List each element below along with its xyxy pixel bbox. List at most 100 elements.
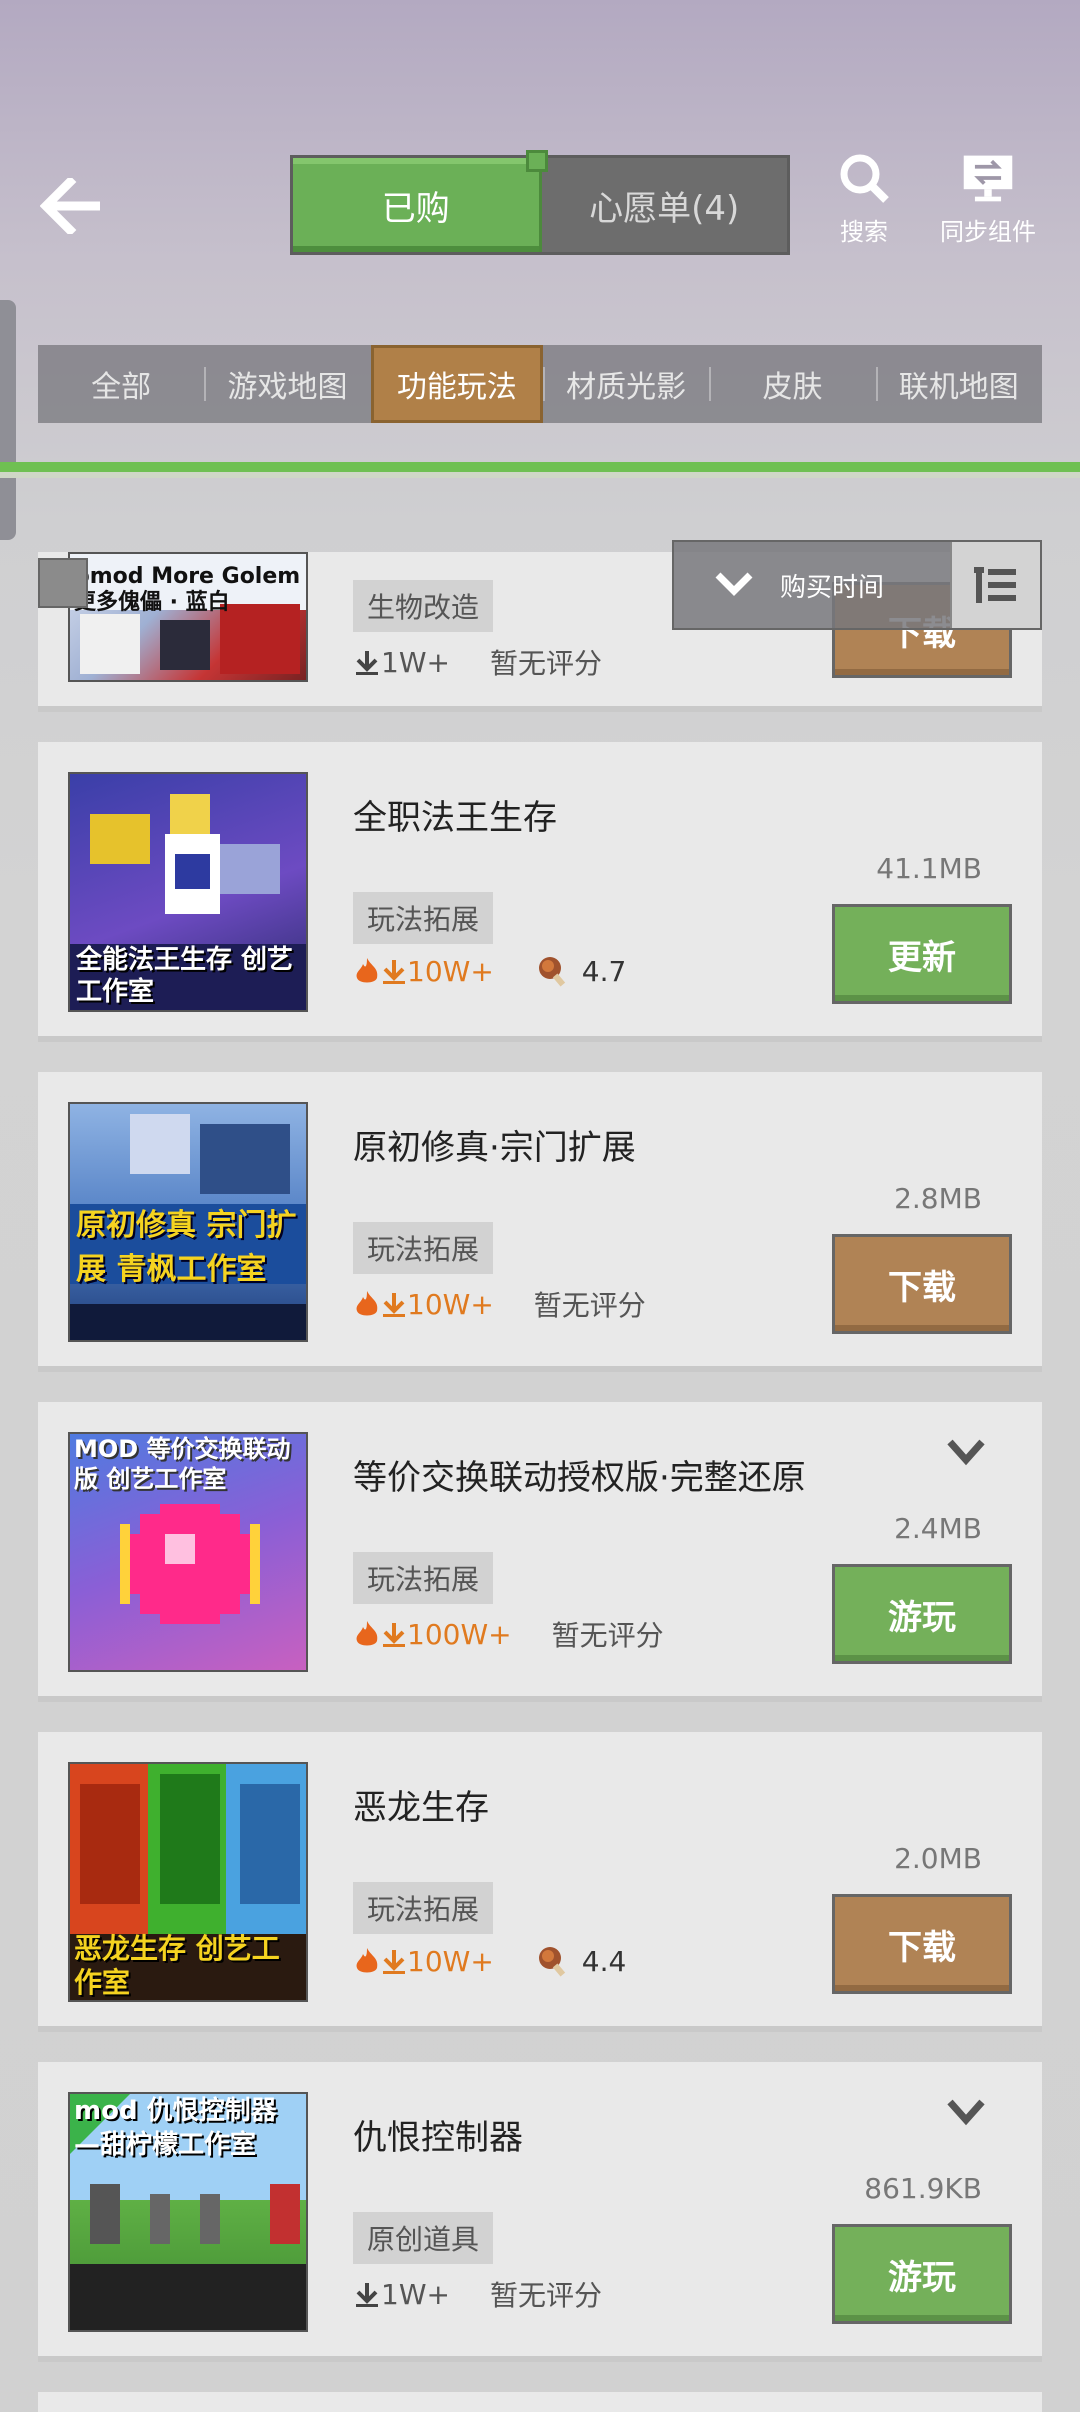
category-tag: 玩法拓展: [353, 1222, 494, 1274]
mod-title: 原初修真·宗门扩展: [353, 1128, 636, 1168]
file-size: 41.1MB: [876, 852, 982, 885]
download-count: 1W+: [353, 646, 450, 679]
sync-components-button[interactable]: 同步组件: [940, 150, 1036, 247]
play-button[interactable]: 游玩: [832, 1564, 1012, 1664]
mod-thumbnail: MOD 等价交换联动版 创艺工作室: [68, 1432, 308, 1672]
thumbnail-caption: 原初修真 宗门扩展 青枫工作室: [76, 1208, 297, 1287]
sort-order-button[interactable]: [950, 542, 1040, 628]
rating: 暂无评分: [552, 1614, 664, 1654]
mod-thumbnail: 原初修真 宗门扩展 青枫工作室: [68, 1102, 308, 1342]
chevron-down-icon: [715, 572, 753, 596]
download-count: 10W+: [353, 955, 494, 988]
rating-text: 暂无评分: [489, 2279, 602, 2312]
list-item[interactable]: MOD 等价交换联动版 创艺工作室 等价交换联动授权版·完整还原 2.4MB 玩…: [38, 1402, 1042, 1702]
hot-flame-icon: [356, 958, 378, 983]
download-count-text: 10W+: [407, 1287, 494, 1321]
category-tag: 玩法拓展: [353, 1552, 494, 1604]
download-count: 1W+: [353, 2278, 450, 2311]
mod-thumbnail: 恶龙生存 创艺工作室: [68, 1762, 308, 2002]
item-stats: 100W+ 暂无评分: [353, 1614, 664, 1654]
download-arrow-icon: [383, 1950, 405, 1974]
mod-title: 恶龙生存: [353, 1788, 489, 1828]
top-header: 已购 心愿单(4) 搜索 同步组件: [0, 0, 1080, 300]
sort-list-icon: [974, 567, 1016, 603]
item-stats: 1W+ 暂无评分: [353, 2274, 602, 2314]
scroll-to-top-indicator[interactable]: [38, 558, 88, 608]
thumbnail-caption: 恶龙生存 创艺工作室: [74, 1932, 280, 1999]
category-multiplayer-maps[interactable]: 联机地图: [875, 345, 1042, 423]
side-drawer-handle[interactable]: [0, 300, 16, 540]
download-count: 10W+: [353, 1945, 494, 1978]
category-skins[interactable]: 皮肤: [709, 345, 875, 423]
search-button[interactable]: 搜索: [836, 150, 892, 247]
mod-title: 仇恨控制器: [353, 2118, 523, 2158]
thumbnail-caption: bmod More Golem 更多傀儡 · 蓝白: [74, 564, 301, 615]
mod-thumbnail: bmod More Golem 更多傀儡 · 蓝白: [68, 552, 308, 682]
download-count-text: 100W+: [407, 1617, 512, 1651]
thumbnail-caption: MOD 等价交换联动版 创艺工作室: [74, 1435, 291, 1493]
hot-flame-icon: [356, 1621, 378, 1646]
download-count-text: 10W+: [407, 954, 494, 988]
rating-text: 暂无评分: [533, 1289, 646, 1322]
sync-label: 同步组件: [940, 218, 1036, 246]
rating-text: 4.4: [581, 1944, 627, 1978]
search-label: 搜索: [840, 218, 888, 246]
category-tag: 玩法拓展: [353, 1882, 494, 1934]
item-stats: 10W+ 4.4: [353, 1944, 626, 1978]
download-arrow-icon: [383, 1623, 405, 1647]
rating-text: 暂无评分: [551, 1619, 664, 1652]
list-item[interactable]: 全能法王生存 创艺工作室 全职法王生存 41.1MB 玩法拓展 10W+ 4.7…: [38, 742, 1042, 1042]
rating-text: 暂无评分: [489, 647, 602, 680]
download-button[interactable]: 下载: [832, 1894, 1012, 1994]
category-all[interactable]: 全部: [38, 345, 204, 423]
play-button[interactable]: 游玩: [832, 2224, 1012, 2324]
tab-corner-decoration: [526, 150, 548, 172]
file-size: 2.0MB: [894, 1842, 982, 1875]
back-button[interactable]: [36, 170, 108, 242]
download-arrow-icon: [356, 651, 378, 675]
tab-wishlist[interactable]: 心愿单(4): [542, 158, 788, 252]
category-game-maps[interactable]: 游戏地图: [204, 345, 370, 423]
download-count-text: 1W+: [381, 2277, 450, 2311]
download-arrow-icon: [356, 2283, 378, 2307]
download-count: 10W+: [353, 1288, 494, 1321]
category-tag: 玩法拓展: [353, 892, 494, 944]
sync-monitor-icon: [960, 150, 1016, 206]
list-item-partial[interactable]: [38, 2392, 1042, 2412]
sort-dropdown[interactable]: 购买时间: [672, 540, 1042, 630]
download-count: 100W+: [353, 1618, 512, 1651]
rating: 4.4: [536, 1944, 627, 1978]
thumbnail-caption: 全能法王生存 创艺工作室: [76, 945, 294, 1007]
drumstick-rating-icon: [538, 957, 565, 987]
item-stats: 10W+ 4.7: [353, 954, 626, 988]
mod-thumbnail: mod 仇恨控制器 —甜柠檬工作室: [68, 2092, 308, 2332]
download-arrow-icon: [383, 1293, 405, 1317]
download-button[interactable]: 下载: [832, 1234, 1012, 1334]
purchase-wishlist-toggle: 已购 心愿单(4): [290, 150, 790, 255]
tab-purchased[interactable]: 已购: [293, 158, 542, 252]
rating: 暂无评分: [490, 642, 602, 682]
back-arrow-icon: [40, 178, 100, 234]
file-size: 861.9KB: [864, 2172, 982, 2205]
category-gameplay[interactable]: 功能玩法: [370, 345, 543, 423]
expand-chevron-icon[interactable]: [946, 2098, 986, 2128]
drumstick-rating-icon: [538, 1947, 565, 1977]
mod-title: 全职法王生存: [353, 798, 557, 838]
list-item[interactable]: 原初修真 宗门扩展 青枫工作室 原初修真·宗门扩展 2.8MB 玩法拓展 10W…: [38, 1072, 1042, 1372]
rating: 4.7: [536, 954, 626, 988]
category-textures-shaders[interactable]: 材质光影: [542, 345, 709, 423]
category-tag: 生物改造: [353, 580, 494, 632]
file-size: 2.8MB: [894, 1182, 982, 1215]
update-button[interactable]: 更新: [832, 904, 1012, 1004]
list-item[interactable]: 恶龙生存 创艺工作室 恶龙生存 2.0MB 玩法拓展 10W+ 4.4 下载: [38, 1732, 1042, 2032]
header-divider: [0, 462, 1080, 472]
thumbnail-caption: mod 仇恨控制器 —甜柠檬工作室: [74, 2096, 277, 2160]
header-divider-shadow: [0, 472, 1080, 478]
download-arrow-icon: [383, 960, 405, 984]
expand-chevron-icon[interactable]: [946, 1438, 986, 1468]
list-item[interactable]: mod 仇恨控制器 —甜柠檬工作室 仇恨控制器 861.9KB 原创道具 1W+…: [38, 2062, 1042, 2362]
item-stats: 10W+ 暂无评分: [353, 1284, 646, 1324]
item-stats: 1W+ 暂无评分: [353, 642, 602, 682]
download-count-text: 10W+: [407, 1944, 494, 1978]
mod-thumbnail: 全能法王生存 创艺工作室: [68, 772, 308, 1012]
